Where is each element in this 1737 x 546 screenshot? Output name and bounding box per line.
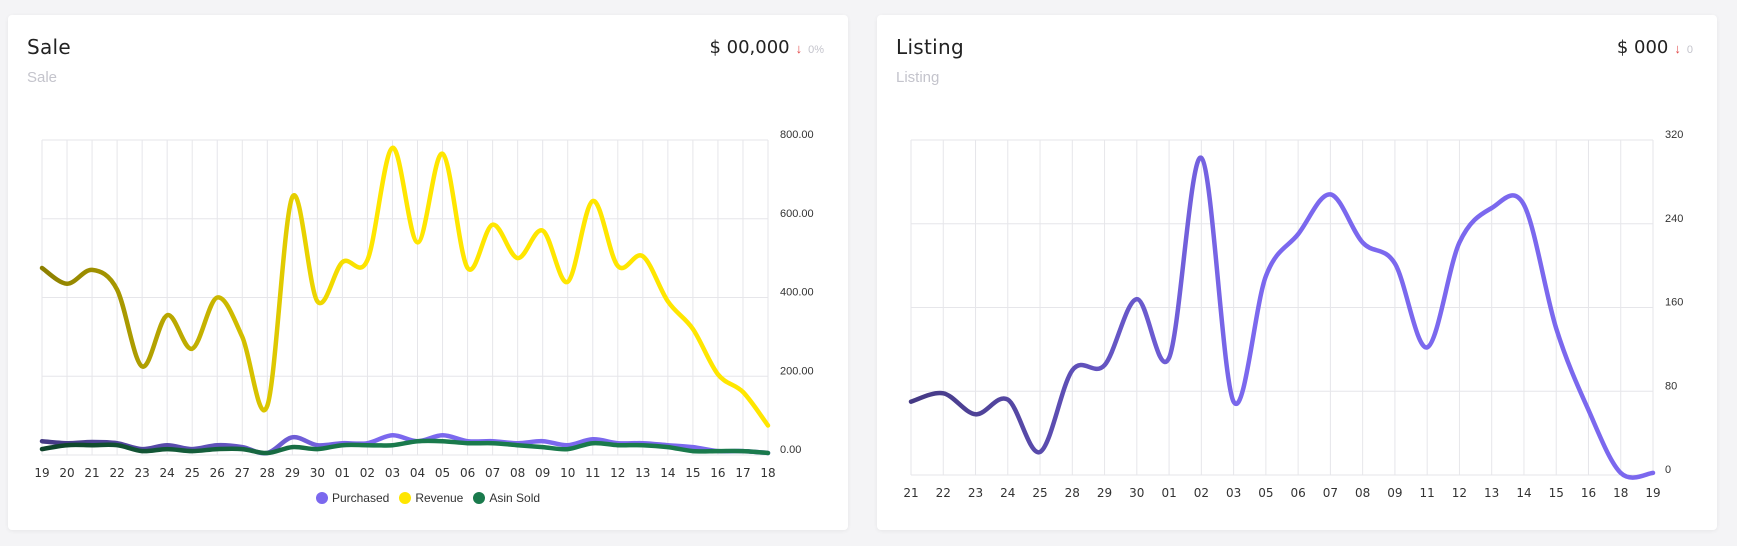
x-tick-label: 26 [210, 466, 225, 480]
x-tick-label: 28 [1065, 486, 1080, 500]
x-tick-label: 05 [435, 466, 450, 480]
x-tick-label: 10 [560, 466, 575, 480]
x-tick-label: 25 [1032, 486, 1047, 500]
x-tick-label: 21 [903, 486, 918, 500]
x-tick-label: 29 [1097, 486, 1112, 500]
x-tick-label: 28 [260, 466, 275, 480]
x-tick-label: 12 [1452, 486, 1467, 500]
x-tick-label: 05 [1258, 486, 1273, 500]
x-tick-label: 16 [1581, 486, 1596, 500]
x-tick-label: 02 [360, 466, 375, 480]
legend-label-purchased: Purchased [331, 491, 390, 505]
x-tick-label: 14 [660, 466, 675, 480]
x-tick-label: 01 [335, 466, 350, 480]
x-tick-label: 18 [1613, 486, 1628, 500]
x-tick-label: 16 [710, 466, 725, 480]
x-tick-label: 17 [735, 466, 750, 480]
listing-line-chart: 21 22 23 24 25 28 29 30 01 02 03 05 06 07 08 09 11 12 13 14… [903, 129, 1683, 500]
x-tick-label: 19 [1645, 486, 1660, 500]
legend-label-asin-sold: Asin Sold [489, 491, 541, 505]
x-tick-label: 22 [109, 466, 124, 480]
x-tick-label: 27 [235, 466, 250, 480]
x-tick-label: 24 [1000, 486, 1015, 500]
x-tick-label: 29 [285, 466, 300, 480]
x-tick-label: 14 [1516, 486, 1531, 500]
x-tick-label: 06 [460, 466, 475, 480]
legend-item-purchased[interactable]: Purchased [315, 491, 390, 505]
sale-line-chart: 19 20 21 22 23 24 25 26 27 28 29 30 01 02 03 04 05 06 07 08… [34, 129, 814, 480]
x-tick-label: 23 [968, 486, 983, 500]
x-tick-label: 09 [535, 466, 550, 480]
x-tick-label: 11 [1420, 486, 1435, 500]
x-tick-label: 22 [936, 486, 951, 500]
x-tick-label: 06 [1290, 486, 1305, 500]
sale-chart-legend: Purchased Revenue Asin Sold [8, 491, 848, 505]
legend-item-revenue[interactable]: Revenue [399, 491, 463, 505]
x-tick-label: 30 [1129, 486, 1144, 500]
x-tick-label: 13 [635, 466, 650, 480]
x-tick-label: 13 [1484, 486, 1499, 500]
legend-dot-purchased [315, 492, 328, 504]
x-tick-label: 15 [685, 466, 700, 480]
x-tick-label: 09 [1387, 486, 1402, 500]
legend-label-revenue: Revenue [415, 491, 464, 505]
y-tick-label: 160 [1665, 297, 1683, 309]
x-tick-label: 12 [610, 466, 625, 480]
x-tick-label: 23 [134, 466, 149, 480]
x-tick-label: 15 [1549, 486, 1564, 500]
y-tick-label: 0 [1665, 464, 1671, 476]
legend-item-asin-sold[interactable]: Asin Sold [473, 491, 540, 505]
x-tick-label: 04 [410, 466, 425, 480]
x-tick-label: 01 [1161, 486, 1176, 500]
legend-dot-revenue [399, 492, 412, 504]
y-tick-label: 240 [1665, 213, 1683, 225]
legend-dot-asin-sold [473, 492, 486, 504]
y-tick-label: 800.00 [780, 129, 814, 141]
x-tick-label: 11 [585, 466, 600, 480]
x-tick-label: 25 [185, 466, 200, 480]
y-tick-label: 200.00 [780, 365, 814, 377]
x-tick-label: 19 [34, 466, 49, 480]
y-tick-label: 600.00 [780, 208, 814, 220]
x-tick-label: 07 [485, 466, 500, 480]
sale-card: Sale Sale $ 00,000 ↓ 0% 19 20 21 22 23 24 25 26… [8, 15, 848, 530]
x-tick-label: 30 [310, 466, 325, 480]
y-tick-label: 320 [1665, 129, 1683, 141]
listing-card: Listing Listing $ 000 ↓ 0 21 22 23 24 25 28 29… [877, 15, 1717, 530]
x-tick-label: 08 [510, 466, 525, 480]
x-tick-label: 21 [84, 466, 99, 480]
y-tick-label: 80 [1665, 380, 1677, 392]
x-tick-label: 08 [1355, 486, 1370, 500]
x-tick-label: 18 [760, 466, 775, 480]
x-tick-label: 07 [1323, 486, 1338, 500]
x-tick-label: 02 [1194, 486, 1209, 500]
x-tick-label: 24 [160, 466, 175, 480]
series-line-revenue[interactable] [39, 145, 771, 428]
x-tick-label: 03 [1226, 486, 1241, 500]
x-tick-label: 20 [59, 466, 74, 480]
y-tick-label: 0.00 [780, 444, 801, 456]
series-line-listing[interactable] [908, 155, 1656, 480]
y-tick-label: 400.00 [780, 287, 814, 299]
x-tick-label: 03 [385, 466, 400, 480]
